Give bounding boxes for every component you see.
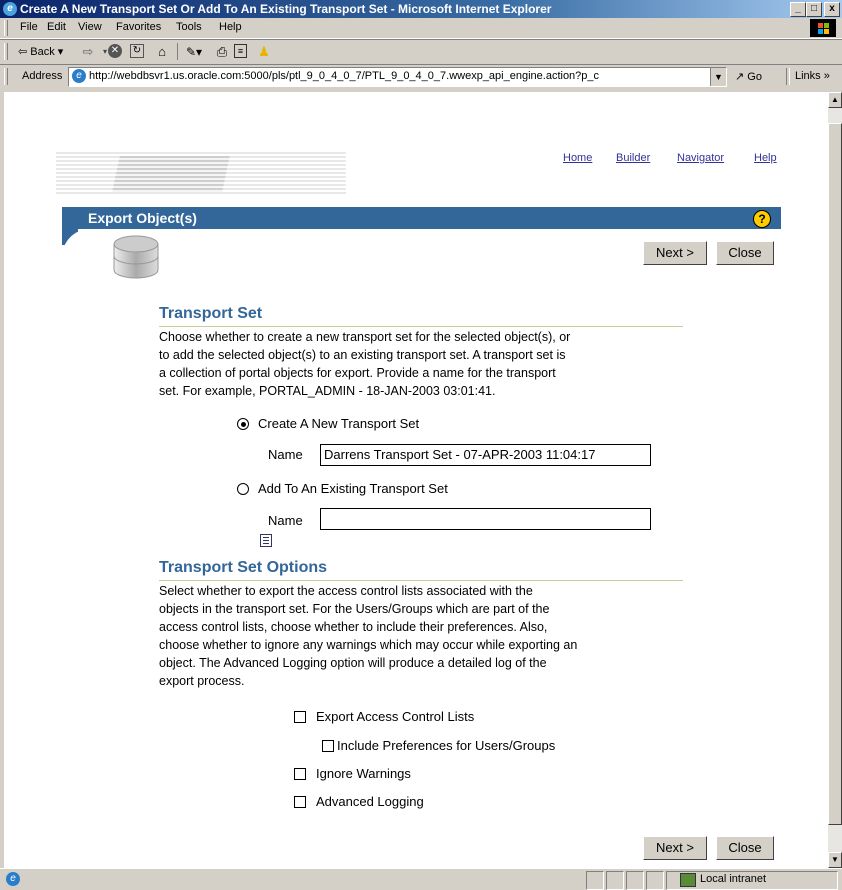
description-line: export process. xyxy=(159,674,245,688)
description-line: to add the selected object(s) to an exis… xyxy=(159,348,566,362)
create-new-radio[interactable] xyxy=(237,418,249,430)
toolbar-grip[interactable] xyxy=(4,20,8,36)
close-window-button[interactable]: x xyxy=(824,2,840,17)
back-arrow-icon: ⇦ xyxy=(18,46,28,58)
window-title-bar[interactable]: e Create A New Transport Set Or Add To A… xyxy=(0,0,842,18)
ignore-warnings-checkbox[interactable] xyxy=(294,768,306,780)
vertical-scrollbar[interactable]: ▲ ▼ xyxy=(828,92,842,868)
links-button[interactable]: Links » xyxy=(795,70,830,82)
menu-view[interactable]: View xyxy=(78,21,102,33)
next-button-bottom[interactable]: Next > xyxy=(643,836,707,860)
next-button-top[interactable]: Next > xyxy=(643,241,707,265)
page-banner: Export Object(s) ? xyxy=(62,207,781,229)
existing-transport-set-name-input[interactable] xyxy=(320,508,651,530)
discuss-icon[interactable]: ≡ xyxy=(234,44,247,58)
transport-set-options-heading: Transport Set Options xyxy=(159,559,328,576)
description-line: a collection of portal objects for expor… xyxy=(159,366,556,380)
description-line: Select whether to export the access cont… xyxy=(159,584,533,598)
portal-logo xyxy=(56,152,346,196)
menu-favorites[interactable]: Favorites xyxy=(116,21,161,33)
description-line: object. The Advanced Logging option will… xyxy=(159,656,547,670)
existing-name-label: Name xyxy=(268,513,303,528)
forward-arrow-icon[interactable]: ⇨ xyxy=(80,44,96,60)
page-content: Home Builder Navigator Help Export Objec… xyxy=(4,92,828,868)
windows-logo-icon xyxy=(810,19,836,37)
page-status-icon: e xyxy=(6,872,20,886)
maximize-button[interactable]: □ xyxy=(806,2,822,17)
messenger-icon[interactable]: ♟ xyxy=(256,44,272,60)
address-dropdown-icon[interactable]: ▼ xyxy=(710,68,726,86)
include-preferences-checkbox[interactable] xyxy=(322,740,334,752)
minimize-button[interactable]: _ xyxy=(790,2,806,17)
menu-bar: File Edit View Favorites Tools Help xyxy=(0,18,842,39)
standard-toolbar: ⇦ Back ▾ ⇨ ▾ ✕ ↻ ⌂ ✎▾ ⎙ ≡ ♟ xyxy=(0,39,842,65)
description-line: set. For example, PORTAL_ADMIN - 18-JAN-… xyxy=(159,384,496,398)
new-transport-set-name-input[interactable]: Darrens Transport Set - 07-APR-2003 11:0… xyxy=(320,444,651,466)
new-name-label: Name xyxy=(268,447,303,462)
status-bar: e Local intranet xyxy=(0,868,842,890)
stop-icon[interactable]: ✕ xyxy=(108,44,122,58)
address-url: http://webdbsvr1.us.oracle.com:5000/pls/… xyxy=(89,70,600,82)
refresh-icon[interactable]: ↻ xyxy=(130,44,144,58)
go-arrow-icon: ↗ xyxy=(735,71,745,83)
add-existing-label: Add To An Existing Transport Set xyxy=(258,481,448,496)
transport-set-description: Choose whether to create a new transport… xyxy=(159,328,699,400)
edit-icon[interactable]: ✎▾ xyxy=(186,44,202,60)
description-line: choose whether to ignore any warnings wh… xyxy=(159,638,578,652)
link-builder[interactable]: Builder xyxy=(616,152,650,164)
section-divider xyxy=(159,580,683,581)
close-button-top[interactable]: Close xyxy=(716,241,774,265)
add-existing-radio[interactable] xyxy=(237,483,249,495)
go-label: Go xyxy=(747,71,762,83)
page-title: Export Object(s) xyxy=(88,210,197,226)
close-button-bottom[interactable]: Close xyxy=(716,836,774,860)
back-label: Back xyxy=(30,46,55,58)
advanced-logging-label: Advanced Logging xyxy=(316,794,424,809)
link-help[interactable]: Help xyxy=(754,152,777,164)
address-input[interactable]: e http://webdbsvr1.us.oracle.com:5000/pl… xyxy=(68,67,727,87)
link-navigator[interactable]: Navigator xyxy=(677,152,724,164)
home-icon[interactable]: ⌂ xyxy=(154,44,170,60)
create-new-label: Create A New Transport Set xyxy=(258,416,420,431)
go-button[interactable]: ↗ Go xyxy=(735,70,762,83)
description-line: objects in the transport set. For the Us… xyxy=(159,602,550,616)
options-description: Select whether to export the access cont… xyxy=(159,582,719,690)
intranet-zone-icon xyxy=(680,873,696,887)
link-home[interactable]: Home xyxy=(563,152,592,164)
scroll-thumb[interactable] xyxy=(828,123,842,825)
security-zone-label: Local intranet xyxy=(700,873,767,885)
links-label: Links xyxy=(795,70,821,82)
description-line: Choose whether to create a new transport… xyxy=(159,330,571,344)
advanced-logging-checkbox[interactable] xyxy=(294,796,306,808)
window-title: Create A New Transport Set Or Add To An … xyxy=(20,2,552,16)
database-cylinder-icon xyxy=(113,235,159,279)
export-acl-checkbox[interactable] xyxy=(294,711,306,723)
menu-help[interactable]: Help xyxy=(219,21,242,33)
menu-file[interactable]: File xyxy=(20,21,38,33)
address-label: Address xyxy=(22,70,63,82)
menu-edit[interactable]: Edit xyxy=(47,21,66,33)
print-icon[interactable]: ⎙ xyxy=(214,44,230,60)
include-preferences-label: Include Preferences for Users/Groups xyxy=(337,738,556,753)
ignore-warnings-label: Ignore Warnings xyxy=(316,766,411,781)
scroll-down-icon[interactable]: ▼ xyxy=(828,852,842,868)
address-bar: Address e http://webdbsvr1.us.oracle.com… xyxy=(0,64,842,89)
page-icon: e xyxy=(72,69,86,83)
back-button[interactable]: ⇦ Back ▾ xyxy=(18,43,63,61)
section-divider xyxy=(159,326,683,327)
export-acl-label: Export Access Control Lists xyxy=(316,709,475,724)
scroll-up-icon[interactable]: ▲ xyxy=(828,92,842,108)
description-line: access control lists, choose whether to … xyxy=(159,620,548,634)
list-of-values-icon[interactable] xyxy=(260,534,272,547)
internet-explorer-icon: e xyxy=(3,2,17,16)
transport-set-heading: Transport Set xyxy=(159,305,263,322)
help-icon[interactable]: ? xyxy=(753,210,771,228)
menu-tools[interactable]: Tools xyxy=(176,21,202,33)
